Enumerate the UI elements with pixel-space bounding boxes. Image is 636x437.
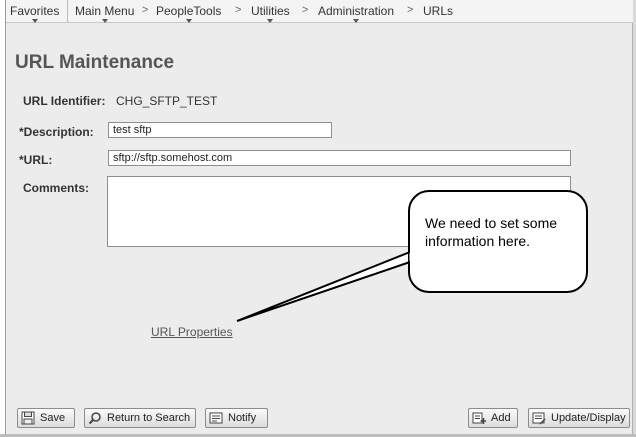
url-field[interactable] [108, 150, 571, 166]
chevron-down-icon [31, 19, 38, 23]
notify-button-label: Notify [228, 412, 257, 424]
window-frame-left [0, 0, 6, 437]
description-field[interactable] [108, 122, 332, 138]
url-identifier-value: CHG_SFTP_TEST [116, 94, 218, 108]
nav-peopletools[interactable]: PeopleTools [156, 4, 222, 23]
comments-label: Comments: [23, 181, 90, 195]
breadcrumb-separator: > [302, 4, 309, 16]
breadcrumb-separator: > [235, 4, 242, 16]
notify-document-icon [209, 411, 223, 425]
nav-main-menu[interactable]: Main Menu [75, 4, 135, 23]
url-label: *URL: [19, 153, 53, 167]
return-to-search-button[interactable]: Return to Search [84, 408, 196, 428]
url-identifier-label: URL Identifier: [23, 94, 106, 108]
nav-utilities-label: Utilities [251, 4, 290, 18]
nav-urls-label: URLs [423, 4, 454, 18]
update-display-icon [532, 411, 546, 425]
chevron-down-icon [353, 19, 360, 23]
nav-favorites[interactable]: Favorites [10, 4, 60, 23]
nav-peopletools-label: PeopleTools [156, 4, 222, 18]
nav-favorites-label: Favorites [10, 4, 60, 18]
breadcrumb-separator: > [407, 4, 414, 16]
nav-main-menu-label: Main Menu [75, 4, 135, 18]
page-title: URL Maintenance [15, 52, 175, 73]
notify-button[interactable]: Notify [205, 408, 268, 428]
floppy-disk-icon [21, 411, 35, 425]
nav-administration-label: Administration [318, 4, 395, 18]
save-button[interactable]: Save [17, 408, 75, 428]
chevron-down-icon [185, 19, 192, 23]
nav-urls[interactable]: URLs [423, 4, 453, 18]
return-to-search-label: Return to Search [107, 412, 191, 424]
update-display-button[interactable]: Update/Display [528, 408, 630, 428]
window-frame-right [632, 0, 636, 437]
add-button[interactable]: Add [468, 408, 518, 428]
magnifier-return-icon [88, 411, 102, 425]
add-button-label: Add [491, 412, 511, 424]
chevron-down-icon [267, 19, 274, 23]
breadcrumb-navigation: Favorites Main Menu > PeopleTools > Util… [6, 0, 633, 23]
nav-utilities[interactable]: Utilities [251, 4, 290, 23]
chevron-down-icon [101, 19, 108, 23]
update-display-label: Update/Display [551, 412, 626, 424]
nav-administration[interactable]: Administration [318, 4, 395, 23]
nav-divider [67, 0, 68, 22]
description-label: *Description: [19, 125, 94, 139]
save-button-label: Save [40, 412, 66, 424]
callout-text: We need to set some information here. [425, 215, 558, 249]
url-properties-link[interactable]: URL Properties [151, 325, 233, 339]
add-list-icon [472, 411, 486, 425]
breadcrumb-separator: > [142, 4, 149, 16]
